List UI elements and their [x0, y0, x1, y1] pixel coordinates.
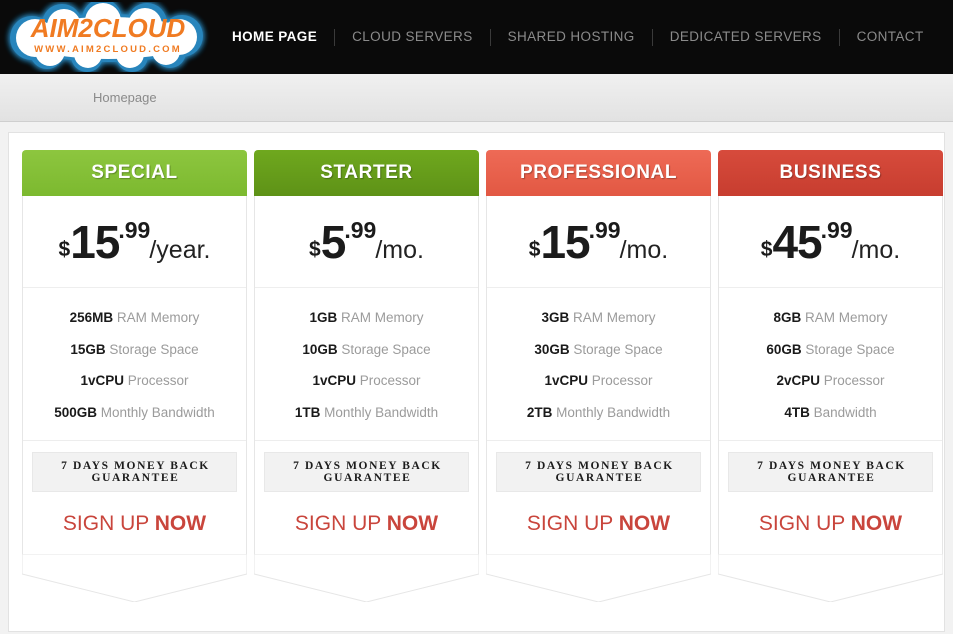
guarantee-badge: 7 DAYS MONEY BACK GUARANTEE — [728, 452, 933, 492]
plan-body: $45.99/mo. 8GB RAM Memory 60GB Storage S… — [718, 196, 943, 555]
page-content: SPECIAL $15.99/year. 256MB RAM Memory 15… — [0, 122, 953, 634]
feature-storage: 10GB Storage Space — [302, 341, 431, 357]
plan-notch — [718, 554, 943, 602]
price-cents: .99 — [118, 216, 151, 243]
plan-guarantee-wrap: 7 DAYS MONEY BACK GUARANTEE — [487, 440, 710, 492]
plan-body: $15.99/mo. 3GB RAM Memory 30GB Storage S… — [486, 196, 711, 555]
plan-chevron-icon — [718, 554, 943, 602]
price-cents: .99 — [820, 216, 853, 243]
plan-notch — [22, 554, 247, 602]
nav-item-cloud-servers[interactable]: CLOUD SERVERS — [335, 29, 489, 45]
plan-guarantee-wrap: 7 DAYS MONEY BACK GUARANTEE — [23, 440, 246, 492]
plan-price: $5.99/mo. — [255, 196, 478, 288]
logo-subtext: WWW.AIM2CLOUD.COM — [34, 44, 182, 55]
plan-features: 3GB RAM Memory 30GB Storage Space 1vCPU … — [487, 288, 710, 440]
site-logo[interactable]: AIM2CLOUD WWW.AIM2CLOUD.COM — [0, 0, 215, 74]
signup-label-bold: NOW — [386, 512, 439, 535]
feature-ram: 8GB RAM Memory — [773, 310, 888, 325]
breadcrumb-bar: Homepage — [0, 74, 953, 122]
plan-body: $15.99/year. 256MB RAM Memory 15GB Stora… — [22, 196, 247, 555]
plan-body: $5.99/mo. 1GB RAM Memory 10GB Storage Sp… — [254, 196, 479, 555]
pricing-table: SPECIAL $15.99/year. 256MB RAM Memory 15… — [17, 150, 943, 602]
price-period: /mo. — [375, 235, 424, 264]
guarantee-badge: 7 DAYS MONEY BACK GUARANTEE — [264, 452, 469, 492]
site-header: AIM2CLOUD WWW.AIM2CLOUD.COM HOME PAGE CL… — [0, 0, 953, 74]
plan-header: PROFESSIONAL — [486, 150, 711, 196]
feature-ram: 1GB RAM Memory — [309, 310, 424, 325]
plan-header: BUSINESS — [718, 150, 943, 196]
feature-ram: 3GB RAM Memory — [541, 310, 656, 325]
breadcrumb-homepage[interactable]: Homepage — [93, 90, 157, 105]
price-currency: $ — [309, 237, 321, 261]
feature-storage: 60GB Storage Space — [766, 341, 895, 357]
main-navigation: HOME PAGE CLOUD SERVERS SHARED HOSTING D… — [215, 0, 953, 74]
price-period: /mo. — [851, 235, 901, 264]
signup-button[interactable]: SIGN UP NOW — [255, 492, 478, 550]
pricing-plan-business: BUSINESS $45.99/mo. 8GB RAM Memory 60GB … — [718, 150, 943, 602]
price-amount: 5 — [320, 215, 347, 268]
plan-guarantee-wrap: 7 DAYS MONEY BACK GUARANTEE — [255, 440, 478, 492]
plan-features: 8GB RAM Memory 60GB Storage Space 2vCPU … — [719, 288, 942, 440]
signup-label: SIGN UP — [526, 512, 619, 535]
signup-label: SIGN UP — [62, 512, 155, 535]
plan-header: STARTER — [254, 150, 479, 196]
plan-features: 256MB RAM Memory 15GB Storage Space 1vCP… — [23, 288, 246, 440]
signup-label-bold: NOW — [850, 512, 903, 535]
feature-storage: 15GB Storage Space — [70, 341, 199, 357]
plan-notch — [486, 554, 711, 602]
signup-label-bold: NOW — [618, 512, 671, 535]
feature-bandwidth: 1TB Monthly Bandwidth — [294, 404, 439, 420]
feature-processor: 1vCPU Processor — [544, 373, 653, 388]
feature-storage: 30GB Storage Space — [534, 341, 663, 357]
price-cents: .99 — [588, 216, 621, 243]
feature-bandwidth: 500GB Monthly Bandwidth — [54, 404, 215, 420]
plan-guarantee-wrap: 7 DAYS MONEY BACK GUARANTEE — [719, 440, 942, 492]
feature-processor: 1vCPU Processor — [80, 373, 189, 388]
signup-label: SIGN UP — [758, 512, 851, 535]
price-period: /year. — [149, 235, 211, 264]
plan-price: $15.99/mo. — [487, 196, 710, 288]
signup-label-bold: NOW — [154, 512, 207, 535]
plan-chevron-icon — [486, 554, 711, 602]
plan-header: SPECIAL — [22, 150, 247, 196]
pricing-panel: SPECIAL $15.99/year. 256MB RAM Memory 15… — [8, 132, 945, 632]
guarantee-badge: 7 DAYS MONEY BACK GUARANTEE — [496, 452, 701, 492]
price-amount: 15 — [540, 215, 590, 268]
feature-bandwidth: 4TB Bandwidth — [784, 404, 877, 420]
nav-item-home-page[interactable]: HOME PAGE — [215, 29, 334, 45]
plan-price: $15.99/year. — [23, 196, 246, 288]
signup-button[interactable]: SIGN UP NOW — [719, 492, 942, 550]
signup-label: SIGN UP — [294, 512, 387, 535]
pricing-plan-special: SPECIAL $15.99/year. 256MB RAM Memory 15… — [22, 150, 247, 602]
pricing-plan-professional: PROFESSIONAL $15.99/mo. 3GB RAM Memory 3… — [486, 150, 711, 602]
plan-chevron-icon — [254, 554, 479, 602]
logo-cloud-icon: AIM2CLOUD WWW.AIM2CLOUD.COM — [10, 2, 203, 72]
plan-notch — [254, 554, 479, 602]
signup-button[interactable]: SIGN UP NOW — [23, 492, 246, 550]
signup-button[interactable]: SIGN UP NOW — [487, 492, 710, 550]
feature-processor: 2vCPU Processor — [776, 373, 885, 388]
pricing-plan-starter: STARTER $5.99/mo. 1GB RAM Memory 10GB St… — [254, 150, 479, 602]
plan-price: $45.99/mo. — [719, 196, 942, 288]
price-cents: .99 — [344, 216, 377, 243]
plan-features: 1GB RAM Memory 10GB Storage Space 1vCPU … — [255, 288, 478, 440]
price-currency: $ — [528, 237, 541, 261]
nav-item-dedicated-servers[interactable]: DEDICATED SERVERS — [653, 29, 839, 45]
nav-item-shared-hosting[interactable]: SHARED HOSTING — [491, 29, 652, 45]
feature-processor: 1vCPU Processor — [312, 373, 421, 388]
price-currency: $ — [58, 237, 71, 261]
logo-wordmark: AIM2CLOUD — [30, 13, 186, 43]
price-amount: 45 — [772, 215, 822, 268]
plan-chevron-icon — [22, 554, 247, 602]
guarantee-badge: 7 DAYS MONEY BACK GUARANTEE — [32, 452, 237, 492]
feature-ram: 256MB RAM Memory — [69, 310, 200, 325]
price-amount: 15 — [70, 215, 120, 268]
price-currency: $ — [760, 237, 773, 261]
nav-item-contact[interactable]: CONTACT — [840, 29, 941, 45]
feature-bandwidth: 2TB Monthly Bandwidth — [526, 404, 671, 420]
price-period: /mo. — [619, 235, 669, 264]
